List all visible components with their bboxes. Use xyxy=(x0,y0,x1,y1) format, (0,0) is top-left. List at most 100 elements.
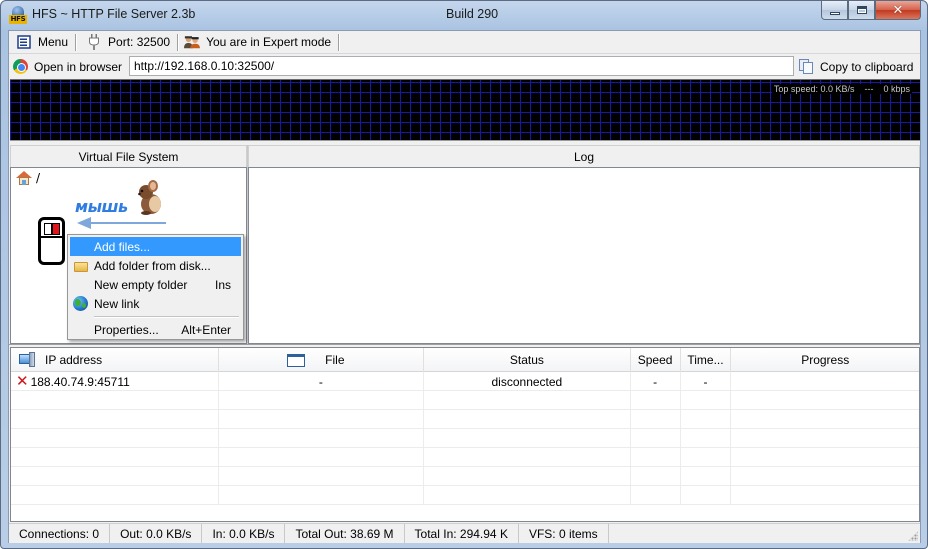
build-label: Build 290 xyxy=(446,7,499,21)
cell-ip: ✕ 188.40.74.9:45711 xyxy=(11,372,219,391)
menu-item-new-empty-folder[interactable]: New empty folder Ins xyxy=(70,275,241,294)
column-label-status: Status xyxy=(509,353,544,367)
log-header: Log xyxy=(248,145,920,167)
window-title: HFS ~ HTTP File Server 2.3b xyxy=(32,7,196,21)
empty-table-row xyxy=(11,486,919,505)
table-row[interactable]: ✕ 188.40.74.9:45711 - disconnected - - xyxy=(11,372,919,391)
empty-cell xyxy=(11,467,219,486)
menu-item-new-link[interactable]: New link xyxy=(70,294,241,313)
column-header-ip[interactable]: IP address xyxy=(11,348,219,372)
globe-icon xyxy=(73,296,89,312)
empty-cell xyxy=(424,467,631,486)
vfs-header: Virtual File System xyxy=(10,145,247,167)
copy-to-clipboard-button[interactable]: Copy to clipboard xyxy=(796,56,913,77)
status-total-in: Total In: 294.94 K xyxy=(405,524,519,543)
status-vfs: VFS: 0 items xyxy=(519,524,609,543)
minimize-button[interactable] xyxy=(821,1,848,20)
vfs-root-label: / xyxy=(36,171,41,185)
status-out-speed: Out: 0.0 KB/s xyxy=(110,524,203,543)
copy-label: Copy to clipboard xyxy=(820,59,914,74)
hfs-app-icon[interactable]: HFS xyxy=(9,6,27,24)
column-header-status[interactable]: Status xyxy=(424,348,631,372)
cell-time: - xyxy=(681,372,732,391)
top-speed-label: Top speed: 0.0 KB/s --- 0 kbps xyxy=(771,84,912,94)
menu-item-label: Properties... xyxy=(94,322,159,337)
menu-icon xyxy=(16,34,32,50)
connections-list[interactable]: IP address File Status Speed Time... Pro… xyxy=(10,347,920,522)
column-label-progress: Progress xyxy=(801,353,850,367)
window-controls: ✕ xyxy=(821,1,921,20)
overlay-mouse-caption: мышь xyxy=(75,197,128,216)
menu-item-add-files[interactable]: Add files... xyxy=(70,237,241,256)
url-toolbar: Open in browser http://192.168.0.10:3250… xyxy=(9,55,920,78)
cell-status: disconnected xyxy=(424,372,631,391)
folder-icon xyxy=(73,258,89,274)
status-bar: Connections: 0 Out: 0.0 KB/s In: 0.0 KB/… xyxy=(9,523,920,543)
empty-cell xyxy=(731,467,919,486)
url-field[interactable]: http://192.168.0.10:32500/ xyxy=(129,56,794,76)
minimize-icon xyxy=(829,11,840,15)
window-icon xyxy=(287,353,306,367)
column-header-progress[interactable]: Progress xyxy=(731,348,919,372)
empty-cell xyxy=(631,391,681,410)
empty-cell xyxy=(681,391,732,410)
network-computer-icon xyxy=(19,352,35,368)
empty-cell xyxy=(219,391,425,410)
cell-progress xyxy=(731,372,919,391)
empty-table-row xyxy=(11,410,919,429)
empty-cell xyxy=(219,448,425,467)
empty-cell xyxy=(219,429,425,448)
disconnected-x-icon: ✕ xyxy=(16,372,29,390)
vfs-root-node[interactable]: / xyxy=(16,171,40,185)
home-icon xyxy=(16,171,32,185)
empty-cell xyxy=(631,429,681,448)
resize-grip[interactable] xyxy=(908,531,918,541)
empty-cell xyxy=(681,410,732,429)
empty-table-row xyxy=(11,467,919,486)
menu-item-properties[interactable]: Properties... Alt+Enter xyxy=(70,320,241,339)
column-label-ip: IP address xyxy=(45,353,103,367)
empty-table-row xyxy=(11,391,919,410)
empty-cell xyxy=(731,391,919,410)
empty-cell xyxy=(424,410,631,429)
empty-cell xyxy=(681,467,732,486)
menu-separator xyxy=(94,316,239,317)
open-in-browser-label: Open in browser xyxy=(34,59,123,74)
log-text-area[interactable] xyxy=(248,167,920,344)
app-icon-label: HFS xyxy=(9,15,27,24)
empty-cell xyxy=(11,429,219,448)
empty-cell xyxy=(11,410,219,429)
empty-cell xyxy=(631,467,681,486)
empty-table-row xyxy=(11,429,919,448)
empty-cell xyxy=(219,467,425,486)
column-header-time[interactable]: Time... xyxy=(681,348,732,372)
context-menu: Add files... Add folder from disk... New… xyxy=(67,234,244,340)
open-in-browser-button[interactable]: Open in browser xyxy=(9,56,122,77)
status-total-out: Total Out: 38.69 M xyxy=(285,524,405,543)
expert-mode-button[interactable]: You are in Expert mode xyxy=(178,32,340,53)
title-bar[interactable]: HFS HFS ~ HTTP File Server 2.3b Build 29… xyxy=(1,1,927,29)
column-header-file[interactable]: File xyxy=(219,348,425,372)
cell-file: - xyxy=(219,372,425,391)
status-connections: Connections: 0 xyxy=(9,524,111,543)
menu-label: Menu xyxy=(38,35,69,49)
menu-item-label: New empty folder xyxy=(94,277,188,292)
menu-item-add-folder[interactable]: Add folder from disk... xyxy=(70,256,241,275)
menu-button[interactable]: Menu xyxy=(13,32,77,53)
column-header-speed[interactable]: Speed xyxy=(631,348,681,372)
empty-cell xyxy=(424,391,631,410)
port-button[interactable]: Port: 32500 xyxy=(76,32,179,53)
empty-rows xyxy=(11,391,919,505)
plug-icon xyxy=(86,34,102,50)
computer-mouse-icon xyxy=(38,217,65,265)
expert-users-icon xyxy=(184,34,201,50)
maximize-button[interactable] xyxy=(848,1,875,20)
empty-cell xyxy=(11,448,219,467)
main-toolbar: Menu Port: 32500 You are in Expert mode xyxy=(9,31,920,54)
arrow-left-icon xyxy=(77,217,91,229)
empty-cell xyxy=(681,448,732,467)
empty-cell xyxy=(424,429,631,448)
column-label-time: Time... xyxy=(687,353,724,367)
close-button[interactable]: ✕ xyxy=(875,1,921,20)
empty-cell xyxy=(731,486,919,505)
